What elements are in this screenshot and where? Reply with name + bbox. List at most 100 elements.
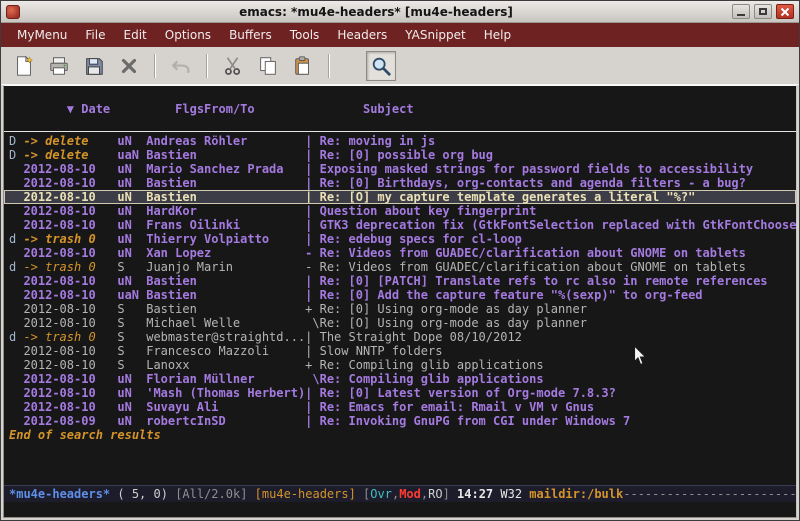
save-icon[interactable] (79, 51, 109, 81)
cell-mk (9, 358, 23, 372)
toolbar (1, 47, 799, 85)
column-header-subject[interactable]: Subject (363, 102, 414, 116)
message-row[interactable]: 2012-08-10uNFrans Oilinki|GTK3 deprecati… (4, 218, 796, 232)
message-row[interactable]: 2012-08-10uNBastien|Re: [O] my capture t… (4, 190, 796, 204)
cell-th: | (305, 134, 319, 148)
message-row[interactable]: 2012-08-10SBastien+Re: [0] Using org-mod… (4, 302, 796, 316)
copy-icon[interactable] (253, 51, 283, 81)
menu-tools[interactable]: Tools (283, 25, 327, 45)
cell-dt: 2012-08-10 (23, 372, 117, 386)
cell-dt: -> delete (23, 134, 117, 148)
cell-th: | (305, 330, 319, 344)
cell-su: Re: [O] Using org-mode as day planner (320, 316, 587, 330)
cell-fr: Mario Sanchez Prada (146, 162, 305, 176)
message-row[interactable]: 2012-08-10uNBastien|Re: [0] [PATCH] Tran… (4, 274, 796, 288)
cell-fr: robertcInSD (146, 414, 305, 428)
menu-help[interactable]: Help (477, 25, 518, 45)
cell-dt: 2012-08-10 (23, 302, 117, 316)
column-header-date[interactable]: ▼ Date (67, 102, 175, 116)
message-row[interactable]: 2012-08-10uN'Mash (Thomas Herbert)|Re: [… (4, 386, 796, 400)
column-header-flags[interactable]: Flgs (175, 102, 204, 116)
cell-mk (9, 316, 23, 330)
cell-mk (9, 190, 23, 204)
message-row[interactable]: d -> trash 0SJuanjo Marin-Re: Videos fro… (4, 260, 796, 274)
cell-dt: 2012-08-10 (23, 190, 117, 204)
menu-edit[interactable]: Edit (117, 25, 154, 45)
cell-th: \ (305, 316, 319, 330)
menu-mymenu[interactable]: MyMenu (10, 25, 74, 45)
cell-su: The Straight Dope 08/10/2012 (320, 330, 522, 344)
cell-dt: 2012-08-10 (23, 204, 117, 218)
cell-th: | (305, 386, 319, 400)
cell-fl: uN (117, 134, 146, 148)
cut-icon[interactable] (218, 51, 248, 81)
print-icon[interactable] (44, 51, 74, 81)
cell-su: Re: [0] Using org-mode as day planner (320, 302, 587, 316)
cell-fl: S (117, 330, 146, 344)
cell-dt: 2012-08-10 (23, 288, 117, 302)
cell-fl: uaN (117, 288, 146, 302)
message-row[interactable]: 2012-08-09uNrobertcInSD|Re: Invoking Gnu… (4, 414, 796, 428)
cell-su: Re: Compiling glib applications (320, 372, 544, 386)
modeline-segment: [mu4e-headers] (255, 487, 363, 501)
cell-th: | (305, 218, 319, 232)
message-row[interactable]: D -> deleteuaNBastien|Re: [0] possible o… (4, 148, 796, 162)
titlebar: emacs: *mu4e-headers* [mu4e-headers] (1, 1, 799, 23)
message-row[interactable]: 2012-08-10uaNBastien|Re: [0] Add the cap… (4, 288, 796, 302)
cell-fl: uN (117, 190, 146, 204)
message-row[interactable]: D -> deleteuNAndreas Röhler|Re: moving i… (4, 134, 796, 148)
cell-mk (9, 176, 23, 190)
message-row[interactable]: 2012-08-10uNSuvayu Ali|Re: Emacs for ema… (4, 400, 796, 414)
message-row[interactable]: 2012-08-10uNXan Lopez-Re: Videos from GU… (4, 246, 796, 260)
cell-dt: 2012-08-10 (23, 176, 117, 190)
message-row[interactable]: 2012-08-10SLanoxx+Re: Compiling glib app… (4, 358, 796, 372)
cell-su: Slow NNTP folders (320, 344, 443, 358)
cell-mk: D (9, 134, 23, 148)
cell-th: | (305, 204, 319, 218)
cell-su: Re: Videos from GUADEC/clarification abo… (320, 260, 746, 274)
cell-fr: Thierry Volpiatto (146, 232, 305, 246)
echo-area[interactable] (4, 502, 796, 517)
message-row[interactable]: 2012-08-10uNFlorian Müllner \Re: Compili… (4, 372, 796, 386)
menu-file[interactable]: File (78, 25, 112, 45)
message-row[interactable]: 2012-08-10uNHardKor|Question about key f… (4, 204, 796, 218)
cell-fr: Bastien (146, 148, 305, 162)
menu-yasnippet[interactable]: YASnippet (398, 25, 473, 45)
cell-mk (9, 162, 23, 176)
new-file-icon[interactable] (9, 51, 39, 81)
close-icon (780, 7, 790, 17)
cell-fl: S (117, 302, 146, 316)
menu-options[interactable]: Options (158, 25, 218, 45)
message-row[interactable]: d -> trash 0Swebmaster@straightd...|The … (4, 330, 796, 344)
minimize-button[interactable] (732, 4, 750, 19)
modeline-segment: ----------------------------------------… (623, 487, 796, 501)
cell-fr: Juanjo Marin (146, 260, 305, 274)
cell-su: GTK3 deprecation fix (GtkFontSelection r… (320, 218, 797, 232)
emacs-window: emacs: *mu4e-headers* [mu4e-headers] MyM… (0, 0, 800, 521)
cell-mk (9, 246, 23, 260)
maximize-button[interactable] (754, 4, 772, 19)
cell-mk: D (9, 148, 23, 162)
toolbar-separator (154, 54, 156, 78)
message-row[interactable]: d -> trash 0uNThierry Volpiatto|Re: edeb… (4, 232, 796, 246)
message-row[interactable]: 2012-08-10SFrancesco Mazzoli|Slow NNTP f… (4, 344, 796, 358)
message-row[interactable]: 2012-08-10uNBastien|Re: [0] Birthdays, o… (4, 176, 796, 190)
menu-headers[interactable]: Headers (330, 25, 394, 45)
cell-fl: uN (117, 162, 146, 176)
close-icon[interactable] (114, 51, 144, 81)
message-row[interactable]: 2012-08-10uNMario Sanchez Prada|Exposing… (4, 162, 796, 176)
toolbar-separator (206, 54, 208, 78)
cell-su: Re: Videos from GUADEC/clarification abo… (320, 246, 746, 260)
message-row[interactable]: 2012-08-10SMichael Welle \Re: [O] Using … (4, 316, 796, 330)
paste-icon[interactable] (288, 51, 318, 81)
modeline-segment: Mod (399, 487, 421, 501)
close-button[interactable] (776, 4, 794, 19)
cell-fl: uN (117, 274, 146, 288)
cell-fl: S (117, 344, 146, 358)
cell-mk (9, 302, 23, 316)
column-header-from[interactable]: From/To (204, 102, 363, 116)
menu-buffers[interactable]: Buffers (222, 25, 279, 45)
cell-mk (9, 386, 23, 400)
cell-fl: uN (117, 372, 146, 386)
search-icon[interactable] (366, 51, 396, 81)
